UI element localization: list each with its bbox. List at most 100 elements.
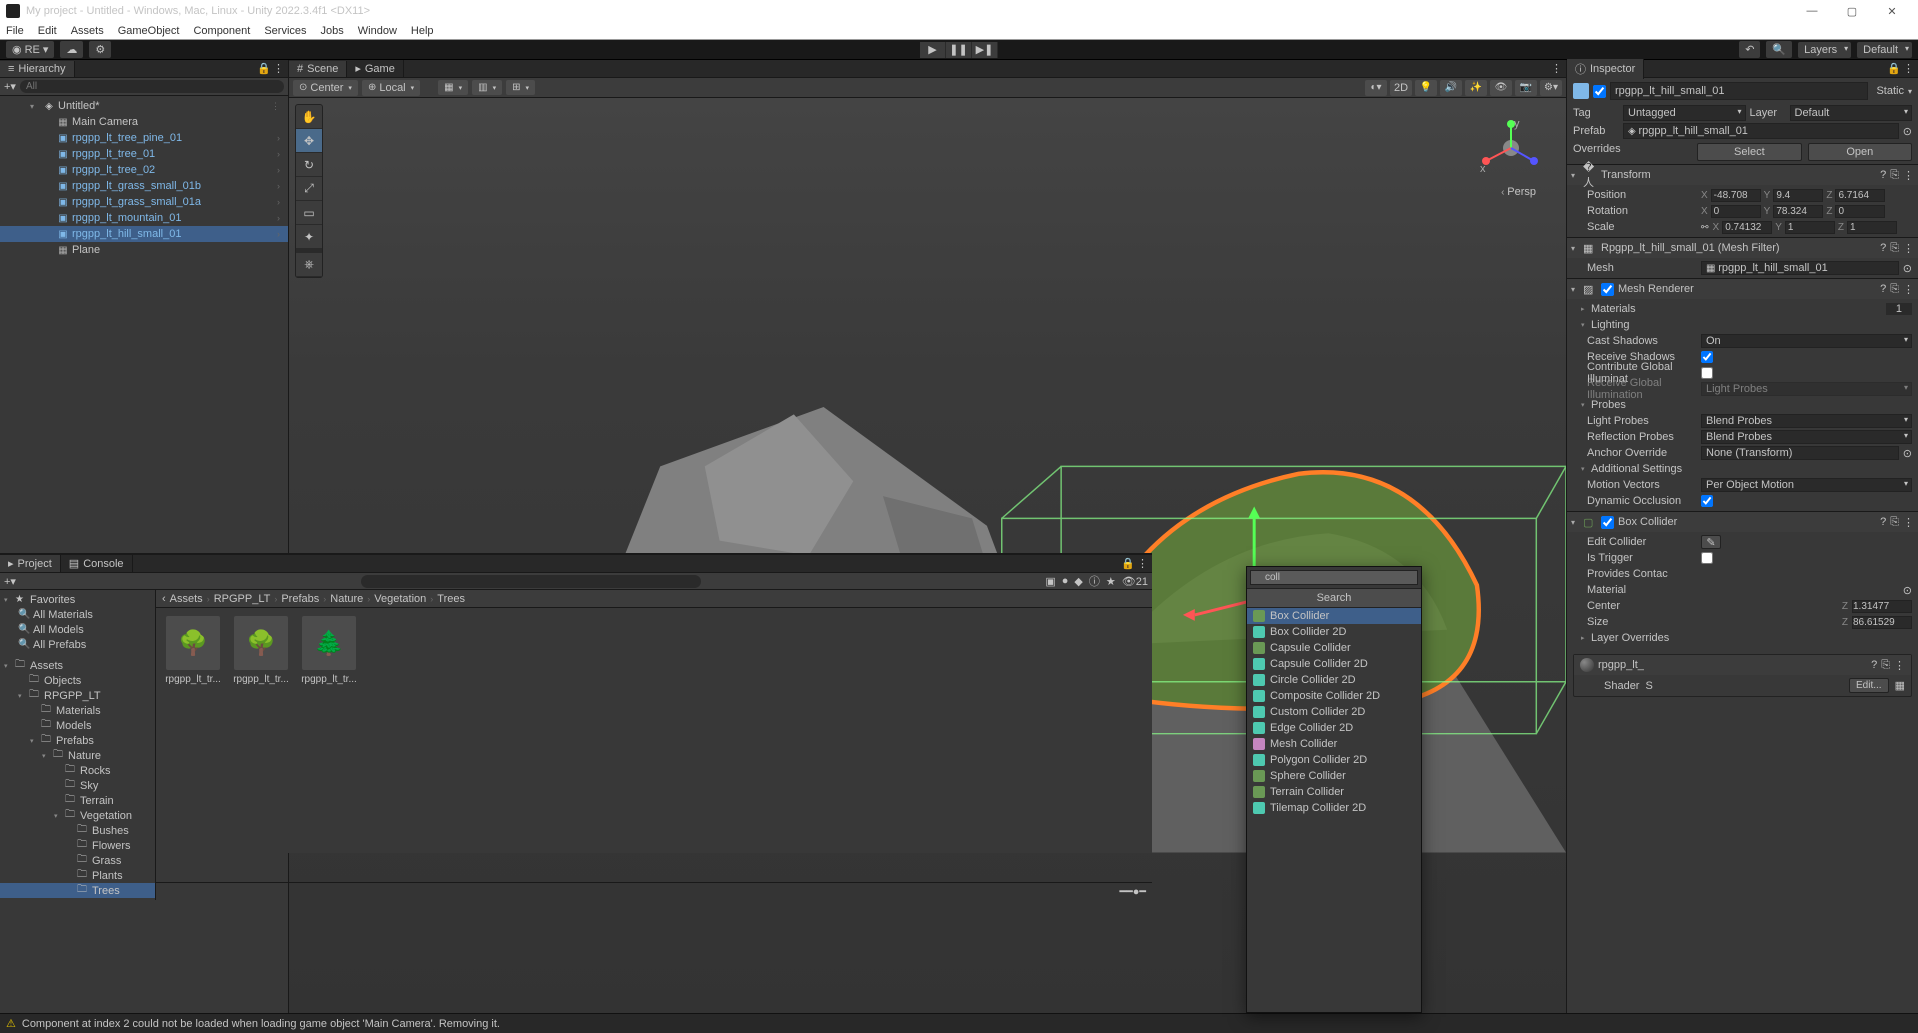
component-result[interactable]: Box Collider [1247, 608, 1421, 624]
anchor-override-field[interactable]: None (Transform) [1701, 446, 1899, 460]
breadcrumb-item[interactable]: Nature [330, 593, 363, 605]
asset-item[interactable]: 🌲rpgpp_lt_tr... [300, 616, 358, 685]
rect-tool[interactable]: ▭ [296, 201, 322, 225]
menu-window[interactable]: Window [358, 25, 397, 37]
hierarchy-item[interactable]: ▣rpgpp_lt_grass_small_01b› [0, 178, 288, 194]
center-z-input[interactable] [1852, 600, 1912, 613]
snap-settings-button[interactable]: ⊞▾ [506, 80, 535, 95]
axis-gizmo[interactable]: y x ‹ Persp [1476, 108, 1546, 198]
hidden-toggle-icon[interactable]: 👁21 [1122, 575, 1148, 588]
scale-y-input[interactable] [1785, 221, 1835, 234]
mesh-field[interactable]: ▦ rpgpp_lt_hill_small_01 [1701, 261, 1899, 275]
undo-history-button[interactable]: ↶ [1739, 41, 1760, 58]
favorite-item[interactable]: 🔍All Models [0, 622, 155, 637]
hierarchy-item[interactable]: ▦Plane [0, 242, 288, 258]
shader-dropdown[interactable]: S [1645, 680, 1843, 692]
rotation-x-input[interactable] [1711, 205, 1761, 218]
reflection-probes-dropdown[interactable]: Blend Probes [1701, 430, 1912, 444]
search-filter-icon[interactable]: ▣ [1045, 575, 1055, 588]
component-result[interactable]: Circle Collider 2D [1247, 672, 1421, 688]
component-result[interactable]: Tilemap Collider 2D [1247, 800, 1421, 816]
create-dropdown-icon[interactable]: +▾ [4, 80, 16, 93]
edit-collider-button[interactable]: ✎ [1701, 535, 1721, 549]
object-picker-icon[interactable]: ⊙ [1903, 262, 1912, 275]
project-folder[interactable]: 🗀Sky [0, 778, 155, 793]
minimize-button[interactable]: — [1792, 5, 1832, 17]
inspector-menu-icon[interactable]: ⋮ [1903, 62, 1914, 75]
tag-dropdown[interactable]: Untagged [1623, 105, 1746, 121]
cloud-button[interactable]: ☁ [60, 41, 83, 58]
scale-link-icon[interactable]: ⚯ [1701, 222, 1709, 233]
close-button[interactable]: ✕ [1872, 5, 1912, 18]
rotate-tool[interactable]: ↻ [296, 153, 322, 177]
project-menu-icon[interactable]: ⋮ [1137, 557, 1148, 570]
project-folder[interactable]: 🗀Flowers [0, 838, 155, 853]
search-by-type-icon[interactable]: ● [1062, 575, 1069, 587]
audio-toggle[interactable]: 🔊 [1440, 80, 1462, 96]
mesh-renderer-enabled-checkbox[interactable] [1601, 283, 1614, 296]
hierarchy-item[interactable]: ▣rpgpp_lt_tree_02› [0, 162, 288, 178]
hierarchy-menu-icon[interactable]: ⋮ [273, 62, 284, 75]
project-folder[interactable]: 🗀Bushes [0, 823, 155, 838]
snap-increment-button[interactable]: ▥▾ [472, 80, 502, 95]
component-result[interactable]: Polygon Collider 2D [1247, 752, 1421, 768]
step-button[interactable]: ▶❚ [972, 42, 998, 58]
box-collider-enabled-checkbox[interactable] [1601, 516, 1614, 529]
project-folder[interactable]: ▾🗀RPGPP_LT [0, 688, 155, 703]
scene-row[interactable]: ▾◈ Untitled* ⋮ [0, 98, 288, 114]
component-result[interactable]: Terrain Collider [1247, 784, 1421, 800]
pause-button[interactable]: ❚❚ [946, 42, 972, 58]
hierarchy-item[interactable]: ▦Main Camera [0, 114, 288, 130]
light-probes-dropdown[interactable]: Blend Probes [1701, 414, 1912, 428]
hierarchy-search-input[interactable] [20, 80, 284, 93]
menu-jobs[interactable]: Jobs [321, 25, 344, 37]
scene-menu-icon[interactable]: ⋮ [1551, 62, 1562, 75]
cast-shadows-dropdown[interactable]: On [1701, 334, 1912, 348]
position-z-input[interactable] [1835, 189, 1885, 202]
component-search-input[interactable] [1250, 570, 1418, 585]
menu-file[interactable]: File [6, 25, 24, 37]
component-result[interactable]: Edge Collider 2D [1247, 720, 1421, 736]
project-folder[interactable]: 🗀Materials [0, 703, 155, 718]
project-folder[interactable]: 🗀Rocks [0, 763, 155, 778]
scale-z-input[interactable] [1847, 221, 1897, 234]
game-tab[interactable]: ▸ Game [347, 60, 404, 77]
prefab-open-button[interactable]: Open [1808, 143, 1912, 161]
breadcrumb-item[interactable]: Assets [170, 593, 203, 605]
projection-label[interactable]: ‹ Persp [1501, 186, 1536, 198]
space-toggle[interactable]: ⊕Local▾ [362, 80, 420, 96]
console-tab[interactable]: ▤ Console [61, 555, 133, 572]
dynamic-occlusion-checkbox[interactable] [1701, 495, 1713, 507]
hierarchy-item[interactable]: ▣rpgpp_lt_mountain_01› [0, 210, 288, 226]
project-folder[interactable]: 🗀Objects [0, 673, 155, 688]
scene-tab[interactable]: # Scene [289, 61, 347, 77]
account-dropdown[interactable]: ◉ RE ▾ [6, 41, 54, 58]
component-result[interactable]: Mesh Collider [1247, 736, 1421, 752]
scale-tool[interactable]: ⤢ [296, 177, 322, 201]
position-x-input[interactable] [1711, 189, 1761, 202]
scale-x-input[interactable] [1722, 221, 1772, 234]
hierarchy-lock-icon[interactable]: 🔒 [257, 62, 271, 75]
project-search-input[interactable] [361, 575, 701, 588]
pivot-toggle[interactable]: ⊙Center▾ [293, 80, 358, 96]
gameobject-name-input[interactable] [1610, 82, 1868, 100]
hand-tool[interactable]: ✋ [296, 105, 322, 129]
component-result[interactable]: Box Collider 2D [1247, 624, 1421, 640]
position-y-input[interactable] [1773, 189, 1823, 202]
favorite-item[interactable]: 🔍All Prefabs [0, 637, 155, 652]
grid-size-slider[interactable]: ━━●━ [1119, 885, 1146, 898]
play-button[interactable]: ▶ [920, 42, 946, 58]
grid-snap-button[interactable]: ▦▾ [438, 80, 468, 95]
hierarchy-item[interactable]: ▣rpgpp_lt_tree_pine_01› [0, 130, 288, 146]
contribute-gi-checkbox[interactable] [1701, 367, 1713, 379]
project-folder[interactable]: 🗀Grass [0, 853, 155, 868]
scene-menu-icon[interactable]: ⋮ [271, 101, 280, 112]
menu-component[interactable]: Component [193, 25, 250, 37]
favorite-item[interactable]: 🔍All Materials [0, 607, 155, 622]
breadcrumb-back-icon[interactable]: ‹ [162, 593, 166, 605]
project-folder[interactable]: ▾🗀Nature [0, 748, 155, 763]
menu-gameobject[interactable]: GameObject [118, 25, 180, 37]
prefab-asset-field[interactable]: ◈ rpgpp_lt_hill_small_01 [1623, 123, 1899, 139]
menu-assets[interactable]: Assets [71, 25, 104, 37]
overrides-dropdown[interactable]: Overrides [1573, 143, 1691, 161]
